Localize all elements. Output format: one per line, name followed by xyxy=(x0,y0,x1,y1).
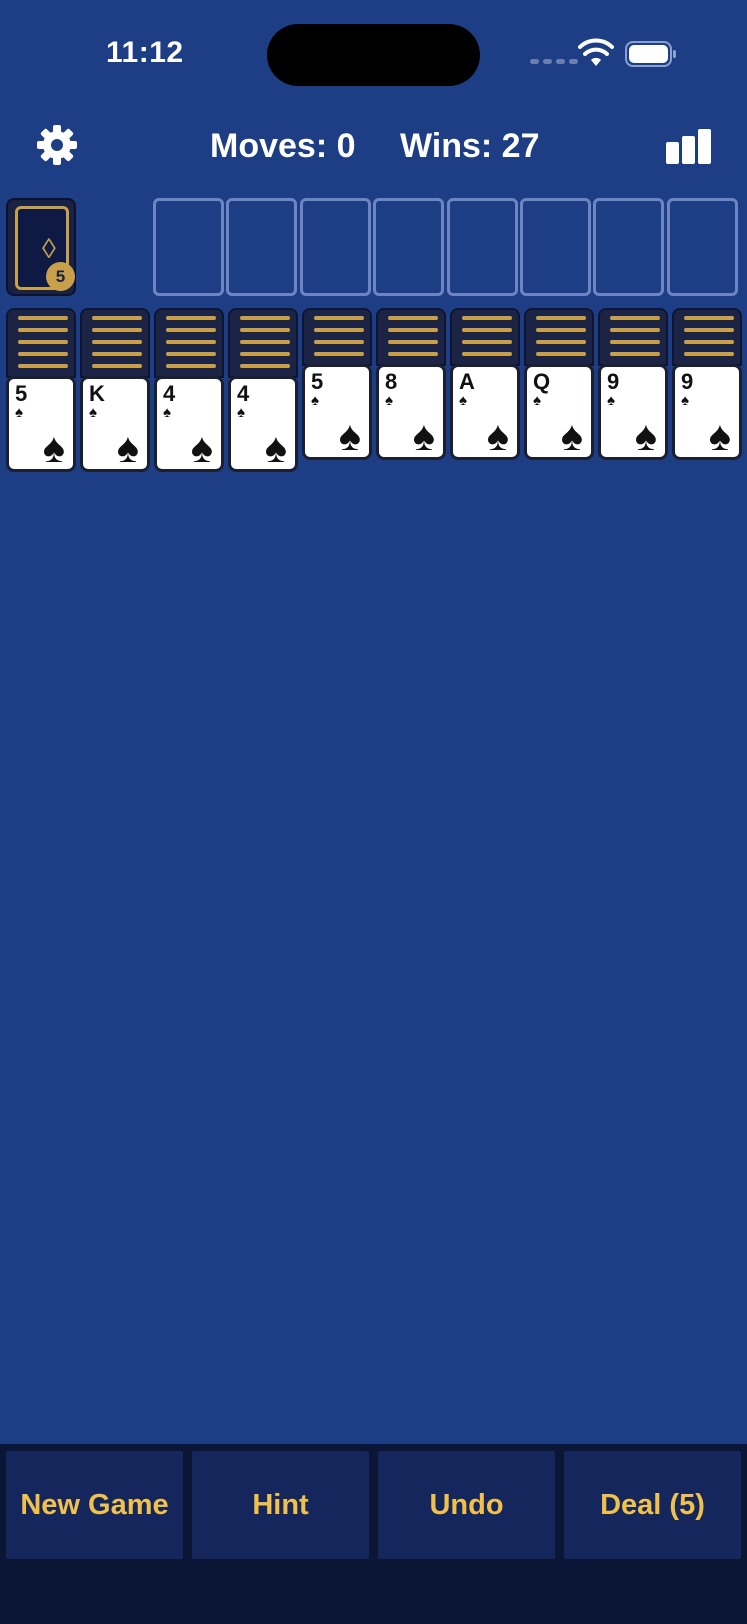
gear-icon[interactable] xyxy=(36,124,78,166)
card-rank: 9 xyxy=(607,369,620,394)
card-rank: 4 xyxy=(237,381,250,406)
card-rank: 9 xyxy=(681,369,694,394)
card-face-up[interactable]: 5 ♠ ♠ xyxy=(6,376,76,472)
spade-icon: ♠ xyxy=(412,412,435,459)
card-rank: 5 xyxy=(311,369,324,394)
spade-icon: ♠ xyxy=(533,392,541,409)
spade-icon: ♠ xyxy=(634,412,657,459)
foundation-slot xyxy=(300,198,371,296)
card-face-up[interactable]: 4 ♠ ♠ xyxy=(228,376,298,472)
foundation-slot xyxy=(373,198,444,296)
bar-chart-icon[interactable] xyxy=(664,128,714,166)
spade-icon: ♠ xyxy=(89,404,97,421)
card-rank: 5 xyxy=(15,381,28,406)
spade-icon: ♠ xyxy=(15,404,23,421)
face-down-stack xyxy=(154,308,224,378)
face-down-stack xyxy=(376,308,446,366)
spade-icon: ♠ xyxy=(560,412,583,459)
card-face-up[interactable]: Q ♠ ♠ xyxy=(524,364,594,460)
foundation-slot xyxy=(226,198,297,296)
battery-icon xyxy=(625,41,676,67)
foundation-slot xyxy=(153,198,224,296)
face-down-stack xyxy=(80,308,150,378)
diamond-icon: ◊ xyxy=(42,233,56,264)
spade-icon: ♠ xyxy=(42,424,65,471)
card-rank: K xyxy=(89,381,105,406)
cellular-signal-icon xyxy=(530,59,578,64)
card-face-up[interactable]: 4 ♠ ♠ xyxy=(154,376,224,472)
spade-icon: ♠ xyxy=(338,412,361,459)
dynamic-island xyxy=(267,24,480,86)
foundation-slot xyxy=(447,198,518,296)
foundation-slot xyxy=(667,198,738,296)
status-time: 11:12 xyxy=(106,36,184,69)
face-down-stack xyxy=(524,308,594,366)
foundation-slot xyxy=(520,198,591,296)
spade-icon: ♠ xyxy=(708,412,731,459)
card-rank: Q xyxy=(533,369,551,394)
moves-counter: Moves: 0 xyxy=(210,127,356,165)
card-face-up[interactable]: 5 ♠ ♠ xyxy=(302,364,372,460)
face-down-stack xyxy=(302,308,372,366)
face-down-stack xyxy=(672,308,742,366)
spade-icon: ♠ xyxy=(163,404,171,421)
card-face-up[interactable]: 9 ♠ ♠ xyxy=(672,364,742,460)
card-face-up[interactable]: K ♠ ♠ xyxy=(80,376,150,472)
face-down-stack xyxy=(598,308,668,366)
card-face-up[interactable]: 8 ♠ ♠ xyxy=(376,364,446,460)
wins-counter: Wins: 27 xyxy=(400,127,540,165)
face-down-stack xyxy=(228,308,298,378)
foundation-slot xyxy=(593,198,664,296)
new-game-button[interactable]: New Game xyxy=(6,1451,183,1559)
spade-icon: ♠ xyxy=(607,392,615,409)
spade-icon: ♠ xyxy=(264,424,287,471)
card-rank: 8 xyxy=(385,369,398,394)
spade-icon: ♠ xyxy=(237,404,245,421)
wifi-icon xyxy=(578,38,614,66)
undo-button[interactable]: Undo xyxy=(378,1451,555,1559)
spade-icon: ♠ xyxy=(385,392,393,409)
spade-icon: ♠ xyxy=(311,392,319,409)
spade-icon: ♠ xyxy=(190,424,213,471)
card-rank: A xyxy=(459,369,475,394)
spade-icon: ♠ xyxy=(459,392,467,409)
face-down-stack xyxy=(450,308,520,366)
spade-icon: ♠ xyxy=(116,424,139,471)
stock-pile[interactable]: ◊ 5 xyxy=(6,198,76,296)
card-face-up[interactable]: A ♠ ♠ xyxy=(450,364,520,460)
spade-icon: ♠ xyxy=(681,392,689,409)
face-down-stack xyxy=(6,308,76,378)
card-rank: 4 xyxy=(163,381,176,406)
spade-icon: ♠ xyxy=(486,412,509,459)
deal-button[interactable]: Deal (5) xyxy=(564,1451,741,1559)
card-face-up[interactable]: 9 ♠ ♠ xyxy=(598,364,668,460)
stock-count-badge: 5 xyxy=(46,262,75,291)
hint-button[interactable]: Hint xyxy=(192,1451,369,1559)
